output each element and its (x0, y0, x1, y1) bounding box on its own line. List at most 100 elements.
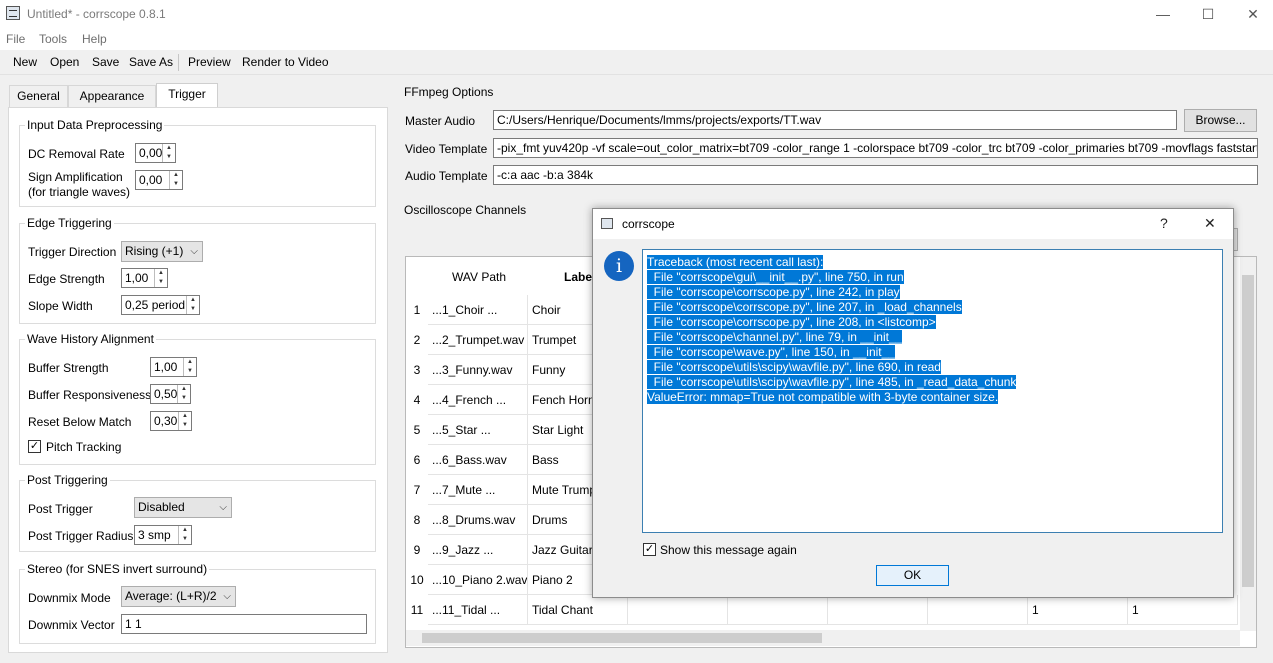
master-audio-input[interactable]: C:/Users/Henrique/Documents/lmms/project… (493, 110, 1177, 130)
browse-button[interactable]: Browse... (1184, 109, 1257, 132)
slope-width-label: Slope Width (28, 299, 93, 313)
table-cell-wav[interactable]: ...5_Star ... (428, 415, 528, 445)
row-header[interactable]: 3 (406, 355, 428, 385)
reset-below-match-spinbox[interactable]: 0,30 ▲ ▼ (150, 411, 192, 431)
sign-amp-label-1: Sign Amplification (28, 170, 123, 184)
sign-amp-label-2: (for triangle waves) (28, 185, 131, 199)
save-button[interactable]: Save (92, 55, 119, 69)
table-vertical-scrollbar[interactable] (1240, 257, 1256, 631)
video-template-input[interactable]: -pix_fmt yuv420p -vf scale=out_color_mat… (493, 138, 1258, 158)
chevron-down-icon: ⌵ (190, 246, 198, 257)
group-title-wave: Wave History Alignment (25, 332, 156, 346)
table-cell-label[interactable]: Tidal Chant (528, 595, 628, 625)
table-cell[interactable] (628, 595, 728, 625)
group-title-edge: Edge Triggering (25, 216, 114, 230)
help-icon[interactable]: ? (1160, 215, 1168, 231)
table-horizontal-scrollbar[interactable] (406, 630, 1240, 646)
open-button[interactable]: Open (50, 55, 79, 69)
row-header[interactable]: 10 (406, 565, 428, 595)
scrollbar-thumb[interactable] (1242, 275, 1254, 587)
traceback-text[interactable]: Traceback (most recent call last): File … (642, 249, 1223, 533)
audio-template-input[interactable]: -c:a aac -b:a 384k (493, 165, 1258, 185)
close-icon[interactable]: ✕ (1204, 215, 1216, 232)
downmix-mode-combo[interactable]: Average: (L+R)/2 ⌵ (121, 586, 236, 607)
downmix-vector-input[interactable]: 1 1 (121, 614, 367, 634)
buffer-strength-label: Buffer Strength (28, 361, 109, 375)
table-cell-wav[interactable]: ...7_Mute ... (428, 475, 528, 505)
toolbar: New Open Save Save As Preview Render to … (0, 50, 1273, 75)
title-bar: Untitled* - corrscope 0.8.1 — ☐ ✕ (0, 0, 1273, 30)
row-header[interactable]: 8 (406, 505, 428, 535)
row-header[interactable]: 4 (406, 385, 428, 415)
slope-width-spinbox[interactable]: 0,25 period ▲ ▼ (121, 295, 200, 315)
table-cell-wav[interactable]: ...1_Choir ... (428, 295, 528, 325)
column-header-wav-path[interactable]: WAV Path (452, 257, 532, 297)
pitch-tracking-label: Pitch Tracking (46, 440, 122, 454)
table-cell-wav[interactable]: ...10_Piano 2.wav (428, 565, 528, 595)
post-trigger-label: Post Trigger (28, 502, 93, 516)
table-cell-wav[interactable]: ...11_Tidal ... (428, 595, 528, 625)
toolbar-separator (178, 54, 179, 71)
table-cell[interactable] (828, 595, 928, 625)
row-header[interactable]: 2 (406, 325, 428, 355)
downmix-mode-label: Downmix Mode (28, 591, 111, 605)
close-icon[interactable]: ✕ (1230, 3, 1273, 25)
row-header[interactable]: 9 (406, 535, 428, 565)
row-header[interactable]: 1 (406, 295, 428, 325)
render-button[interactable]: Render to Video (242, 55, 329, 69)
group-title-input: Input Data Preprocessing (25, 118, 165, 132)
table-cell[interactable]: 1 (1028, 595, 1128, 625)
row-header[interactable]: 7 (406, 475, 428, 505)
buffer-strength-spinbox[interactable]: 1,00 ▲ ▼ (150, 357, 197, 377)
table-cell[interactable]: 1 (1128, 595, 1238, 625)
row-header[interactable]: 5 (406, 415, 428, 445)
ffmpeg-options-title: FFmpeg Options (404, 85, 494, 99)
post-trigger-radius-spinbox[interactable]: 3 smp ▲ ▼ (134, 525, 192, 545)
table-cell-wav[interactable]: ...9_Jazz ... (428, 535, 528, 565)
scrollbar-thumb[interactable] (422, 633, 822, 643)
tab-trigger[interactable]: Trigger (156, 83, 218, 108)
dialog-title: corrscope (622, 217, 675, 231)
edge-strength-spinbox[interactable]: 1,00 ▲ ▼ (121, 268, 168, 288)
chevron-down-icon: ⌵ (223, 591, 231, 602)
table-cell-wav[interactable]: ...3_Funny.wav (428, 355, 528, 385)
show-again-checkbox[interactable]: ✓ (643, 543, 656, 556)
new-button[interactable]: New (13, 55, 37, 69)
group-title-post: Post Triggering (25, 473, 110, 487)
dc-removal-spinbox[interactable]: 0,00 ▲ ▼ (135, 143, 176, 163)
preview-button[interactable]: Preview (188, 55, 231, 69)
trigger-direction-combo[interactable]: Rising (+1) ⌵ (121, 241, 203, 262)
menu-tools[interactable]: Tools (39, 32, 67, 46)
row-header[interactable]: 6 (406, 445, 428, 475)
tab-general[interactable]: General (9, 85, 68, 107)
app-icon (601, 218, 613, 229)
row-header[interactable]: 11 (406, 595, 428, 625)
video-template-label: Video Template (405, 142, 488, 156)
window-title: Untitled* - corrscope 0.8.1 (27, 7, 166, 21)
group-title-stereo: Stereo (for SNES invert surround) (25, 562, 210, 576)
show-again-label: Show this message again (660, 543, 797, 557)
ok-button[interactable]: OK (876, 565, 949, 586)
table-cell-wav[interactable]: ...6_Bass.wav (428, 445, 528, 475)
table-cell-wav[interactable]: ...8_Drums.wav (428, 505, 528, 535)
app-icon (6, 6, 20, 20)
table-cell[interactable] (728, 595, 828, 625)
maximize-icon[interactable]: ☐ (1185, 3, 1231, 25)
pitch-tracking-checkbox[interactable]: ✓ (28, 440, 41, 453)
downmix-vector-label: Downmix Vector (28, 618, 115, 632)
menu-file[interactable]: File (6, 32, 25, 46)
save-as-button[interactable]: Save As (129, 55, 173, 69)
table-cell-wav[interactable]: ...2_Trumpet.wav (428, 325, 528, 355)
tab-appearance[interactable]: Appearance (68, 85, 156, 107)
trigger-tab-pane: Input Data Preprocessing DC Removal Rate… (8, 107, 388, 653)
minimize-icon[interactable]: — (1140, 3, 1186, 25)
buffer-responsiveness-spinbox[interactable]: 0,50 ▲ ▼ (150, 384, 191, 404)
menu-help[interactable]: Help (82, 32, 107, 46)
post-trigger-combo[interactable]: Disabled ⌵ (134, 497, 232, 518)
trigger-direction-label: Trigger Direction (28, 245, 117, 259)
table-cell-wav[interactable]: ...4_French ... (428, 385, 528, 415)
sign-amp-spinbox[interactable]: 0,00 ▲ ▼ (135, 170, 183, 190)
table-cell[interactable] (928, 595, 1028, 625)
edge-strength-label: Edge Strength (28, 272, 105, 286)
dc-removal-label: DC Removal Rate (28, 147, 125, 161)
